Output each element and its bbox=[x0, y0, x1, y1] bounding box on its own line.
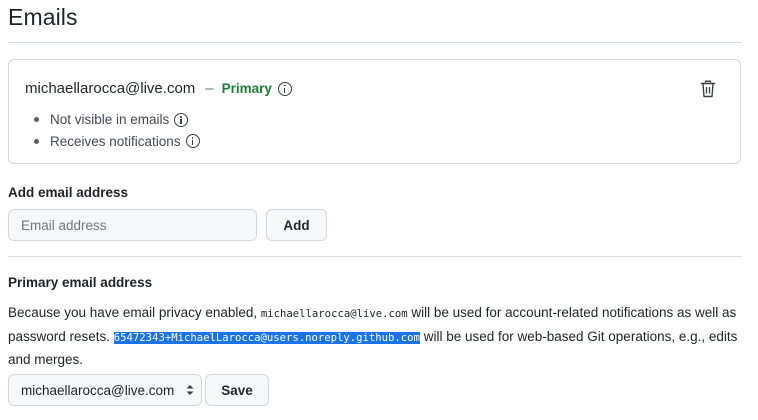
separator: – bbox=[205, 80, 214, 97]
receives-notifications-label: Receives notifications bbox=[50, 133, 181, 149]
add-email-label: Add email address bbox=[8, 185, 129, 200]
primary-email-code: michaellarocca@live.com bbox=[260, 308, 408, 320]
divider bbox=[8, 42, 742, 43]
email-address: michaellarocca@live.com bbox=[25, 80, 196, 97]
description-text: Because you have email privacy enabled, bbox=[8, 305, 261, 320]
divider bbox=[8, 256, 742, 257]
emails-settings-page: Emails michaellarocca@live.com – Primary… bbox=[0, 0, 758, 420]
not-visible-label: Not visible in emails bbox=[50, 112, 170, 128]
info-icon[interactable] bbox=[174, 112, 189, 127]
info-icon[interactable] bbox=[185, 134, 200, 149]
noreply-email-code: 65472343+MichaelLarocca@users.noreply.gi… bbox=[113, 331, 420, 344]
primary-email-description: Because you have email privacy enabled, … bbox=[8, 302, 748, 372]
page-title: Emails bbox=[8, 4, 78, 30]
primary-badge: Primary bbox=[221, 81, 272, 96]
add-email-button[interactable]: Add bbox=[266, 209, 327, 241]
save-button[interactable]: Save bbox=[205, 374, 269, 406]
email-card: michaellarocca@live.com – Primary Not vi… bbox=[8, 59, 741, 164]
primary-email-select[interactable]: michaellarocca@live.com bbox=[8, 374, 202, 406]
trash-icon[interactable] bbox=[700, 80, 716, 98]
email-address-input[interactable] bbox=[8, 209, 257, 241]
list-item: Not visible in emails bbox=[33, 109, 200, 131]
email-line: michaellarocca@live.com – Primary bbox=[25, 80, 292, 97]
selected-email: michaellarocca@live.com bbox=[21, 382, 175, 398]
primary-email-label: Primary email address bbox=[8, 275, 153, 290]
email-properties-list: Not visible in emails Receives notificat… bbox=[33, 109, 200, 152]
list-item: Receives notifications bbox=[33, 131, 200, 153]
select-caret-icon bbox=[186, 385, 194, 395]
info-icon[interactable] bbox=[277, 81, 292, 96]
